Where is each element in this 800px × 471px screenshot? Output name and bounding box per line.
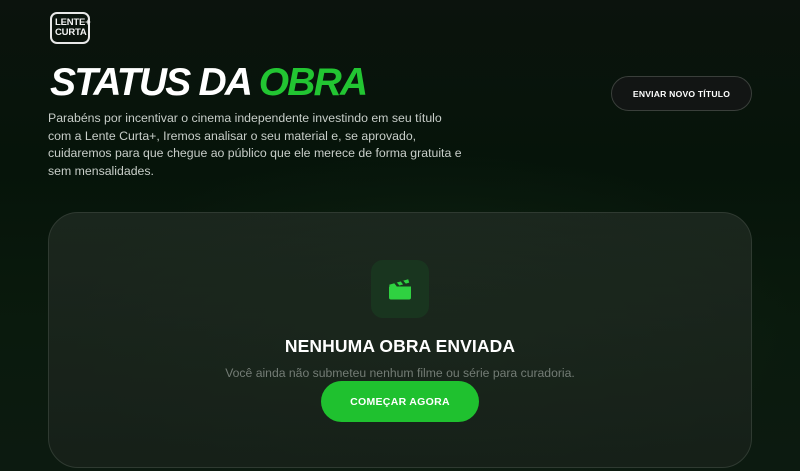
clapperboard-icon [371,260,429,318]
start-now-button[interactable]: COMEÇAR AGORA [321,381,479,422]
page-title: STATUS DA OBRA [50,60,368,106]
page-description: Parabéns por incentivar o cinema indepen… [48,111,462,178]
page-title-prefix: STATUS DA [50,61,259,104]
empty-state-subtitle: Você ainda não submeteu nenhum filme ou … [225,366,575,380]
send-new-title-button[interactable]: ENVIAR NOVO TÍTULO [611,76,752,111]
empty-state-title: NENHUMA OBRA ENVIADA [284,336,516,356]
page-title-highlight: OBRA [258,61,368,104]
brand-logo[interactable]: LENTE+ CURTA [50,12,91,44]
clapperboard-icon-glyph [389,279,411,300]
logo-line-2: CURTA [55,27,87,38]
empty-state-card: NENHUMA OBRA ENVIADA Você ainda não subm… [48,212,752,468]
